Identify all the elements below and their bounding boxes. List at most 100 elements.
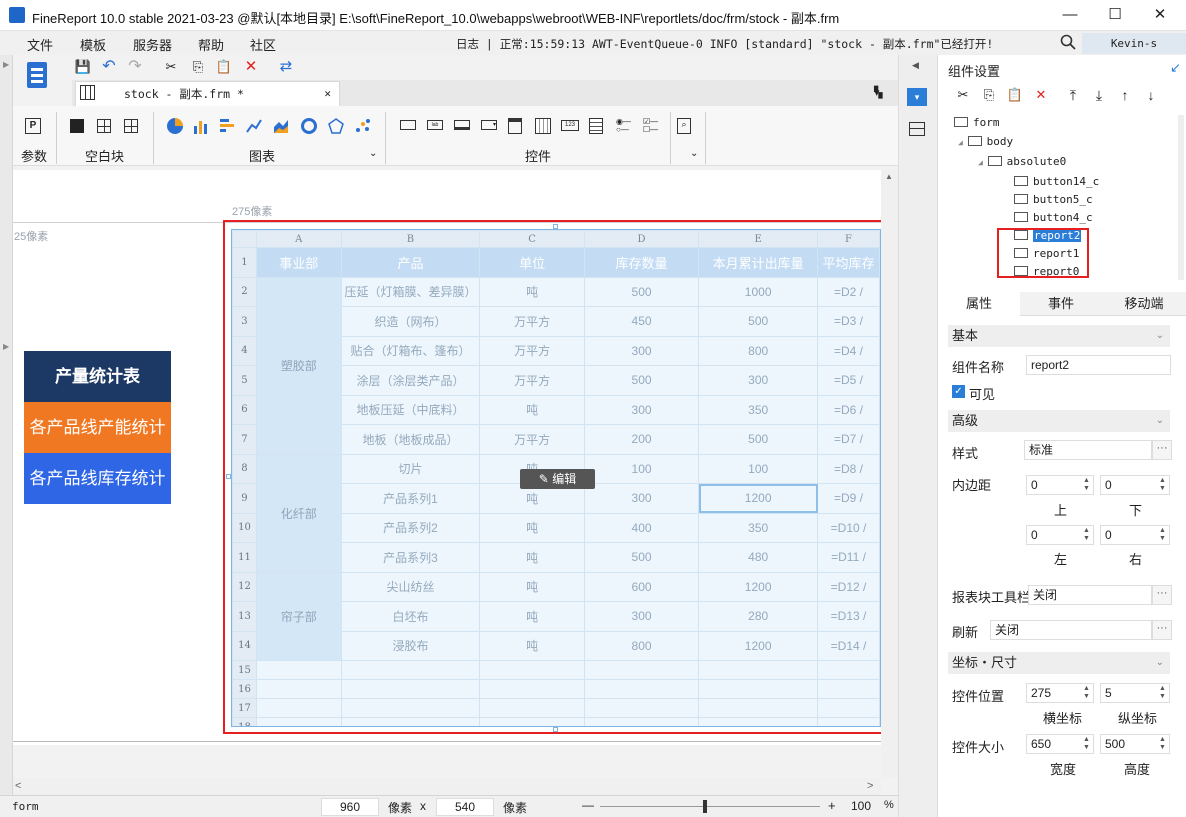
maximize-button[interactable]: ☐	[1095, 4, 1135, 26]
zoom-slider[interactable]	[600, 806, 820, 807]
canvas-width-input[interactable]: 960	[321, 798, 379, 816]
zoom-value[interactable]: 100	[846, 798, 876, 816]
refresh-select[interactable]: 关闭	[990, 620, 1152, 640]
width-input[interactable]: 650 ▲ ▼	[1026, 734, 1094, 754]
scroll-left-icon[interactable]: <	[15, 780, 21, 792]
move-down-icon[interactable]: ↓	[1142, 86, 1160, 104]
widget-settings-icon[interactable]: ▾	[907, 88, 927, 106]
spinner-icon[interactable]: ▲ ▼	[1081, 736, 1092, 752]
expand-arrow-icon[interactable]: ▶	[3, 60, 9, 69]
save-icon[interactable]: 💾	[74, 58, 92, 76]
position-y-input[interactable]: 5 ▲ ▼	[1100, 683, 1170, 703]
scroll-right-icon[interactable]: >	[867, 780, 873, 792]
button-widget-icon[interactable]	[400, 120, 416, 130]
expand-icon[interactable]: ◢	[978, 158, 988, 167]
toolbar-more-button[interactable]: ···	[1152, 585, 1172, 605]
menu-template[interactable]: 模板	[80, 35, 106, 54]
section-basic[interactable]: 基本 ⌄	[948, 325, 1170, 347]
blank-block-icon-1[interactable]	[70, 119, 84, 133]
title-block[interactable]: 产量统计表	[24, 351, 171, 402]
scatter-chart-icon[interactable]	[355, 118, 371, 134]
left-collapse-strip[interactable]: ▶ ▶	[0, 55, 13, 795]
search-icon[interactable]	[1060, 34, 1076, 50]
zoom-slider-thumb[interactable]	[703, 800, 707, 813]
menu-file[interactable]: 文件	[27, 35, 53, 54]
root-component[interactable]: form	[12, 800, 39, 813]
hbar-chart-icon[interactable]	[219, 118, 235, 134]
horizontal-scrollbar[interactable]: < >	[13, 778, 881, 795]
area-chart-icon[interactable]	[273, 118, 289, 134]
undo-icon[interactable]: ↶	[100, 58, 118, 76]
position-x-input[interactable]: 275 ▲ ▼	[1026, 683, 1094, 703]
parameter-icon[interactable]: P	[25, 118, 41, 134]
toolbar-select[interactable]: 关闭	[1028, 585, 1152, 605]
panel-cut-icon[interactable]: ✂	[954, 86, 972, 104]
layout-icon[interactable]	[909, 122, 925, 136]
textarea-widget-icon[interactable]	[589, 118, 603, 134]
section-coords[interactable]: 坐标・尺寸 ⌄	[948, 652, 1170, 674]
checkbox-widget-icon[interactable]: ☑— ☐—	[643, 118, 659, 134]
section-advanced[interactable]: 高级 ⌄	[948, 410, 1170, 432]
tree-body[interactable]: ◢ body	[958, 135, 1013, 148]
blank-block-icon-3[interactable]	[124, 119, 138, 133]
tab-close-icon[interactable]: ✕	[324, 82, 331, 106]
copy-icon[interactable]: ⎘	[189, 58, 207, 76]
spinner-icon[interactable]: ▲ ▼	[1157, 685, 1168, 701]
tree-item-button14[interactable]: button14_c	[1014, 175, 1099, 188]
move-up-icon[interactable]: ↑	[1116, 86, 1134, 104]
pin-icon[interactable]: ↙	[1170, 60, 1181, 76]
style-more-button[interactable]: ···	[1152, 440, 1172, 460]
minimize-button[interactable]: —	[1050, 4, 1090, 26]
textfield-widget-icon[interactable]	[454, 120, 470, 130]
gauge-chart-icon[interactable]	[301, 118, 317, 134]
close-button[interactable]: ✕	[1140, 4, 1180, 26]
zoom-in-button[interactable]: +	[828, 798, 836, 813]
bar-chart-icon[interactable]	[193, 118, 209, 134]
inventory-block[interactable]: 各产品线库存统计	[24, 453, 171, 504]
widget-expand-icon[interactable]: ⌄	[690, 148, 698, 159]
spinner-icon[interactable]: ▲ ▼	[1157, 477, 1168, 493]
visible-checkbox[interactable]: ✓	[952, 385, 965, 398]
tree-absolute[interactable]: ◢ absolute0	[978, 155, 1066, 168]
radar-chart-icon[interactable]	[328, 118, 344, 134]
number-widget-icon[interactable]: 123	[561, 120, 579, 131]
padding-bottom-input[interactable]: 0 ▲ ▼	[1100, 475, 1170, 495]
tab-events[interactable]: 事件	[1020, 292, 1102, 316]
vertical-scrollbar[interactable]: ▲	[881, 170, 898, 778]
edit-button[interactable]: ✎ 编辑	[520, 469, 595, 489]
zoom-out-button[interactable]: —	[582, 798, 594, 812]
capacity-block[interactable]: 各产品线产能统计	[24, 402, 171, 453]
ribbon-collapse-icon[interactable]: ▚	[874, 86, 882, 99]
tab-properties[interactable]: 属性	[938, 292, 1020, 316]
menu-server[interactable]: 服务器	[133, 35, 172, 54]
spinner-icon[interactable]: ▲ ▼	[1081, 685, 1092, 701]
canvas-height-input[interactable]: 540	[436, 798, 494, 816]
line-chart-icon[interactable]	[246, 118, 262, 134]
spinner-icon[interactable]: ▲ ▼	[1081, 477, 1092, 493]
move-bottom-icon[interactable]: ⤓	[1090, 86, 1108, 104]
spinner-icon[interactable]: ▲ ▼	[1157, 736, 1168, 752]
refresh-more-button[interactable]: ···	[1152, 620, 1172, 640]
padding-top-input[interactable]: 0 ▲ ▼	[1026, 475, 1094, 495]
switch-icon[interactable]: ⇄	[277, 58, 295, 76]
spinner-icon[interactable]: ▲ ▼	[1081, 527, 1092, 543]
user-account[interactable]: Kevin-s	[1082, 33, 1186, 54]
panel-delete-icon[interactable]: ✕	[1032, 86, 1050, 104]
panel-copy-icon[interactable]: ⎘	[980, 86, 998, 104]
tab-stock-copy[interactable]: stock - 副本.frm * ✕	[75, 81, 340, 106]
height-input[interactable]: 500 ▲ ▼	[1100, 734, 1170, 754]
collapse-panel-icon[interactable]: ◀	[912, 60, 919, 71]
style-select[interactable]: 标准	[1024, 440, 1152, 460]
expand-arrow-icon[interactable]: ▶	[3, 342, 9, 351]
blank-block-icon-2[interactable]	[97, 119, 111, 133]
scroll-up-icon[interactable]: ▲	[885, 172, 893, 181]
spinner-icon[interactable]: ▲ ▼	[1157, 527, 1168, 543]
delete-icon[interactable]: ✕	[242, 58, 260, 76]
padding-left-input[interactable]: 0 ▲ ▼	[1026, 525, 1094, 545]
move-top-icon[interactable]: ⤒	[1064, 86, 1082, 104]
date-widget-icon[interactable]	[535, 118, 551, 134]
tab-mobile[interactable]: 移动端	[1102, 292, 1186, 316]
tree-item-button5[interactable]: button5_c	[1014, 193, 1093, 206]
cut-icon[interactable]: ✂	[162, 58, 180, 76]
panel-paste-icon[interactable]: 📋	[1006, 86, 1024, 104]
